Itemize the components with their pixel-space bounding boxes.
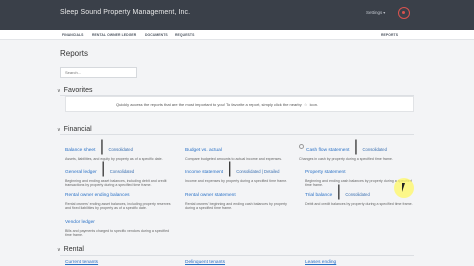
report-link[interactable]: Balance sheet <box>65 148 95 153</box>
report-tags[interactable]: Consolidated | Detailed <box>236 169 279 174</box>
mouse-cursor-icon <box>402 183 408 192</box>
favorites-section-toggle[interactable]: ∨ Favorites <box>57 87 92 94</box>
report-budget-vs-actual: Budget vs. actual Compare budgeted amoun… <box>185 138 295 161</box>
report-tags[interactable]: Consolidated <box>363 147 387 152</box>
report-income-statement: Income statement | Consolidated | Detail… <box>185 160 295 183</box>
report-link[interactable]: Vendor ledger <box>65 220 95 225</box>
chevron-down-icon: ∨ <box>57 127 61 133</box>
settings-menu[interactable]: Settings▾ <box>366 10 385 15</box>
financial-heading: Financial <box>63 126 92 133</box>
report-tags[interactable]: Consolidated <box>108 147 132 152</box>
nav-reports[interactable]: REPORTS <box>381 33 398 37</box>
report-link[interactable]: Rental owner statement <box>185 193 236 198</box>
report-vendor-ledger: Vendor ledger Bills and payments charged… <box>65 210 175 238</box>
favorites-message-end: icon. <box>309 102 319 107</box>
report-description: Rental owners' beginning and ending cash… <box>185 202 287 211</box>
page-title: Reports <box>60 49 89 58</box>
report-link-delinquent-tenants[interactable]: Delinquent tenants <box>185 260 225 265</box>
chevron-down-icon: ∨ <box>57 247 61 253</box>
report-tags[interactable]: Consolidated <box>110 169 134 174</box>
report-link-current-tenants[interactable]: Current tenants <box>65 260 98 265</box>
settings-label: Settings <box>366 10 383 15</box>
divider <box>60 134 414 135</box>
report-rental-owner-statement: Rental owner statement Rental owners' be… <box>185 183 295 211</box>
report-tags[interactable]: Consolidated <box>345 192 369 197</box>
divider <box>60 255 414 256</box>
report-link[interactable]: Property statement <box>305 170 346 175</box>
report-link-leases-ending[interactable]: Leases ending <box>305 260 336 265</box>
nav-financials[interactable]: FINANCIALS <box>62 33 84 37</box>
report-balance-sheet: Balance sheet | Consolidated Assets, lia… <box>65 138 175 161</box>
avatar-dot <box>402 11 405 14</box>
favorite-star-icon[interactable] <box>299 144 304 150</box>
chevron-down-icon: ∨ <box>57 88 61 94</box>
report-rental-owner-ending-balances: Rental owner ending balances Rental owne… <box>65 183 175 211</box>
report-link[interactable]: General ledger <box>65 170 97 175</box>
favorites-message-text: Quickly access the reports that are the … <box>116 102 302 107</box>
nav-requests[interactable]: REQUESTS <box>175 33 194 37</box>
search-input[interactable] <box>60 67 137 78</box>
chevron-down-icon: ▾ <box>383 10 386 15</box>
main-content: Reports ∨Favorites Quickly access the re… <box>0 40 474 266</box>
rental-section-toggle[interactable]: ∨ Rental <box>57 246 84 253</box>
nav-rental-owner-ledger[interactable]: RENTAL OWNER LEDGER <box>92 33 136 37</box>
favorites-heading: Favorites <box>63 87 93 94</box>
user-avatar-icon[interactable] <box>398 7 410 19</box>
app-title: Sleep Sound Property Management, Inc. <box>60 9 191 16</box>
report-link[interactable]: Budget vs. actual <box>185 148 222 153</box>
report-description: Bills and payments charged to specific v… <box>65 229 170 238</box>
nav-documents[interactable]: DOCUMENTS <box>145 33 168 37</box>
favorites-message: Quickly access the reports that are the … <box>116 102 318 107</box>
report-link[interactable]: Income statement <box>185 170 223 175</box>
report-link[interactable]: Rental owner ending balances <box>65 193 130 198</box>
top-bar: Sleep Sound Property Management, Inc. Se… <box>0 0 474 30</box>
financial-section-toggle[interactable]: ∨ Financial <box>57 126 92 133</box>
report-cash-flow-statement: Cash flow statement | Consolidated Chang… <box>299 138 409 161</box>
favorites-box: Quickly access the reports that are the … <box>65 96 414 112</box>
rental-heading: Rental <box>63 246 84 253</box>
main-nav: FINANCIALS RENTAL OWNER LEDGER DOCUMENTS… <box>0 30 474 40</box>
star-icon: ☆ <box>303 102 308 107</box>
report-description: Debit and credit balances by property du… <box>305 202 413 206</box>
report-link[interactable]: Trial balance <box>305 193 332 198</box>
report-link[interactable]: Cash flow statement <box>306 148 349 153</box>
